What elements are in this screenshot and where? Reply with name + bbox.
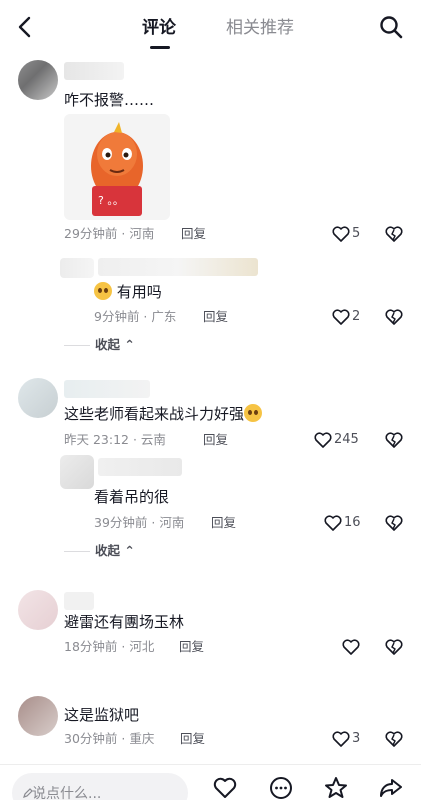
sticker-text: ? 。。 [98,194,124,207]
avatar[interactable] [18,590,58,630]
fish-mascot-sticker: ? 。。 [91,122,143,216]
like-count: 5 [352,226,361,241]
dislike-heart-icon[interactable] [384,430,404,450]
reply-username[interactable] [98,258,258,276]
tab-related[interactable]: 相关推荐 [226,16,294,40]
dislike-heart-icon[interactable] [384,513,404,533]
back-arrow-icon[interactable] [12,14,38,40]
divider [64,345,90,346]
comment-text: 这是监狱吧 [64,706,140,724]
like-heart-icon[interactable] [341,637,361,657]
reply-avatar[interactable] [60,258,94,278]
like-heart-icon[interactable] [331,307,351,327]
reply-text: 有用吗 [94,282,162,302]
star-icon[interactable] [323,775,349,800]
collapse-button[interactable]: 收起 ⌃ [95,336,135,354]
like-heart-icon[interactable] [313,430,333,450]
reply-button[interactable]: 回复 [181,225,206,243]
reply-button[interactable]: 回复 [203,431,228,449]
like-count: 245 [334,432,359,447]
like-heart-icon[interactable] [331,224,351,244]
like-heart-icon[interactable] [323,513,343,533]
divider [64,551,90,552]
bottom-bar: 说点什么... [0,764,421,800]
reply-time: 39分钟前 · 河南 [94,515,185,530]
dislike-heart-icon[interactable] [384,224,404,244]
reply-text: 看着吊的很 [94,488,170,506]
avatar[interactable] [18,378,58,418]
reply-time: 9分钟前 · 广东 [94,309,177,324]
active-tab-indicator [150,46,170,49]
sticker-image: ? 。。 [64,114,170,220]
comment-time: 30分钟前 · 重庆 [64,731,155,746]
comment-time: 18分钟前 · 河北 [64,639,155,654]
comment-input-placeholder: 说点什么... [32,786,102,800]
reply-username[interactable] [98,458,182,476]
like-heart-icon[interactable] [331,729,351,749]
crying-face-emoji-icon [244,404,263,422]
dislike-heart-icon[interactable] [384,729,404,749]
comment-time: 29分钟前 · 河南 [64,226,155,241]
collapse-button[interactable]: 收起 ⌃ [95,542,135,560]
like-count: 16 [344,515,361,530]
username[interactable] [64,380,150,398]
top-bar: 评论 相关推荐 [0,0,421,54]
reply-button[interactable]: 回复 [211,514,236,532]
tab-comments[interactable]: 评论 [142,16,176,40]
crying-face-emoji-icon [94,282,112,300]
heart-icon[interactable] [212,775,238,800]
reply-button[interactable]: 回复 [179,638,204,656]
username[interactable] [64,592,94,610]
reply-button[interactable]: 回复 [203,308,228,326]
like-count: 2 [352,309,361,324]
comment-text: 这些老师看起来战斗力好强 [64,404,263,424]
reply-avatar[interactable] [60,455,94,489]
comment-text: 避雷还有團场玉林 [64,613,185,631]
share-icon[interactable] [378,775,404,800]
dislike-heart-icon[interactable] [384,637,404,657]
dislike-heart-icon[interactable] [384,307,404,327]
comment-text: 咋不报警…… [64,91,155,109]
username[interactable] [64,62,124,80]
comment-time: 昨天 23:12 · 云南 [64,432,166,447]
avatar[interactable] [18,60,58,100]
reply-button[interactable]: 回复 [180,730,205,748]
like-count: 3 [352,731,361,746]
avatar[interactable] [18,696,58,736]
search-icon[interactable] [378,14,404,40]
comment-icon[interactable] [268,775,294,800]
